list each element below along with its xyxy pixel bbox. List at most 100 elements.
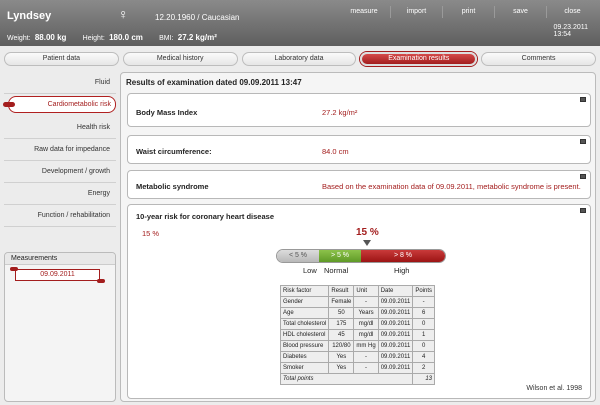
chd-risk-marker-value: 15 % <box>356 227 379 238</box>
sidebar-item-fluid[interactable]: Fluid <box>4 72 116 94</box>
table-cell: mg/dl <box>353 318 379 330</box>
sidebar-item-raw-data-impedance[interactable]: Raw data for impedance <box>4 139 116 161</box>
table-cell: 45 <box>328 329 355 341</box>
risk-scale: < 5 % > 5 % > 8 % <box>276 249 446 263</box>
tab-examination-results[interactable]: Examination results <box>360 52 478 66</box>
waist-card-label: Waist circumference: <box>136 147 212 156</box>
header-datetime: 09.23.2011 13:54 <box>553 24 588 38</box>
table-cell: 09.09.2011 <box>377 362 414 374</box>
close-button[interactable]: close <box>546 6 598 18</box>
metabolic-card: Metabolic syndrome Based on the examinat… <box>127 170 591 199</box>
header-time: 13:54 <box>553 31 572 38</box>
table-cell: 1 <box>412 329 435 341</box>
risk-scale-low: < 5 % <box>277 250 319 262</box>
main-tabs: Patient data Medical history Laboratory … <box>4 52 596 66</box>
table-header: Risk factor <box>279 285 330 297</box>
table-cell: Years <box>353 307 379 319</box>
table-cell: - <box>353 351 379 363</box>
bmi-card: Body Mass Index 27.2 kg/m² <box>127 93 591 127</box>
table-cell: 4 <box>412 351 435 363</box>
selected-indicator-icon <box>3 102 15 107</box>
table-row: Blood pressure 120/80 mm Hg 09.09.2011 0 <box>279 340 435 352</box>
table-header: Unit <box>353 285 379 297</box>
import-button[interactable]: import <box>390 6 442 18</box>
sidebar-item-label: Cardiometabolic risk <box>47 101 111 108</box>
measurements-title: Measurements <box>5 253 115 265</box>
table-cell: 0 <box>412 340 435 352</box>
table-row: HDL cholesterol 45 mg/dl 09.09.2011 1 <box>279 329 435 341</box>
risk-scale-high: > 8 % <box>361 250 445 262</box>
expand-icon[interactable] <box>580 97 586 102</box>
table-cell: Female <box>328 296 355 308</box>
expand-icon[interactable] <box>580 139 586 144</box>
table-total-row: Total points 13 <box>279 373 435 385</box>
table-header: Points <box>412 285 435 297</box>
tab-patient-data[interactable]: Patient data <box>4 52 119 66</box>
table-cell: Diabetes <box>279 351 330 363</box>
sidebar-item-health-risk[interactable]: Health risk <box>4 117 116 139</box>
table-row: Age 50 Years 09.09.2011 6 <box>279 307 435 319</box>
waist-card-value: 84.0 cm <box>322 147 349 156</box>
sidebar-item-development-growth[interactable]: Development / growth <box>4 161 116 183</box>
table-cell: 09.09.2011 <box>377 296 414 308</box>
table-cell: Smoker <box>279 362 330 374</box>
scale-label-high: High <box>394 266 410 275</box>
risk-scale-labels: Low Normal High <box>276 266 446 276</box>
table-cell: - <box>412 296 435 308</box>
metabolic-card-value: Based on the examination data of 09.09.2… <box>322 182 581 191</box>
patient-dob-ethnicity: 12.20.1960 / Caucasian <box>155 13 240 22</box>
tab-comments[interactable]: Comments <box>481 52 596 66</box>
total-points-label: Total points <box>279 373 414 385</box>
weight-value: 88.00 kg <box>34 33 67 42</box>
tab-laboratory-data[interactable]: Laboratory data <box>241 52 357 66</box>
bmi-card-value: 27.2 kg/m² <box>322 108 358 117</box>
table-header: Result <box>328 285 355 297</box>
patient-metrics: Weight: 88.00 kg Height: 180.0 cm BMI: 2… <box>7 33 231 42</box>
expand-icon[interactable] <box>580 174 586 179</box>
patient-header: Lyndsey ♀ 12.20.1960 / Caucasian Weight:… <box>0 0 600 46</box>
results-panel: Results of examination dated 09.09.2011 … <box>120 72 596 402</box>
table-cell: 09.09.2011 <box>377 318 414 330</box>
measurement-item[interactable]: 09.09.2011 <box>10 267 105 283</box>
measure-button[interactable]: measure <box>338 6 390 18</box>
sidebar-item-energy[interactable]: Energy <box>4 183 116 205</box>
table-row: Gender Female - 09.09.2011 - <box>279 296 435 308</box>
female-icon: ♀ <box>118 6 129 22</box>
citation: Wilson et al. 1998 <box>526 385 582 392</box>
height-value: 180.0 cm <box>109 33 143 42</box>
expand-icon[interactable] <box>580 208 586 213</box>
scale-label-normal: Normal <box>324 266 349 275</box>
table-cell: Total cholesterol <box>279 318 330 330</box>
table-cell: Yes <box>328 351 355 363</box>
table-cell: 09.09.2011 <box>377 329 414 341</box>
toolbar: measure import print save close <box>338 6 598 18</box>
table-cell: 175 <box>328 318 355 330</box>
scale-label-low: Low <box>303 266 317 275</box>
table-cell: 120/80 <box>328 340 355 352</box>
sidebar-item-function-rehabilitation[interactable]: Function / rehabilitation <box>4 205 116 227</box>
table-header: Date <box>377 285 414 297</box>
waist-card: Waist circumference: 84.0 cm <box>127 135 591 164</box>
tab-medical-history[interactable]: Medical history <box>122 52 238 66</box>
patient-name: Lyndsey <box>7 10 52 22</box>
risk-scale-normal: > 5 % <box>319 250 361 262</box>
sidebar-item-cardiometabolic-risk[interactable]: Cardiometabolic risk <box>3 96 116 113</box>
table-cell: mm Hg <box>353 340 379 352</box>
metabolic-card-label: Metabolic syndrome <box>136 182 209 191</box>
bmi-value: 27.2 kg/m² <box>177 33 217 42</box>
print-button[interactable]: print <box>442 6 494 18</box>
table-row: Diabetes Yes - 09.09.2011 4 <box>279 351 435 363</box>
table-cell: - <box>353 362 379 374</box>
table-cell: 09.09.2011 <box>377 340 414 352</box>
table-cell: 50 <box>328 307 355 319</box>
save-button[interactable]: save <box>494 6 546 18</box>
header-date: 09.23.2011 <box>553 24 588 31</box>
table-cell: Gender <box>279 296 330 308</box>
bmi-card-label: Body Mass Index <box>136 108 198 117</box>
table-cell: 09.09.2011 <box>377 307 414 319</box>
table-row: Total cholesterol 175 mg/dl 09.09.2011 0 <box>279 318 435 330</box>
measurements-panel: Measurements 09.09.2011 <box>4 252 116 402</box>
chd-risk-card: 10-year risk for coronary heart disease … <box>127 204 591 399</box>
table-cell: Blood pressure <box>279 340 330 352</box>
table-cell: mg/dl <box>353 329 379 341</box>
